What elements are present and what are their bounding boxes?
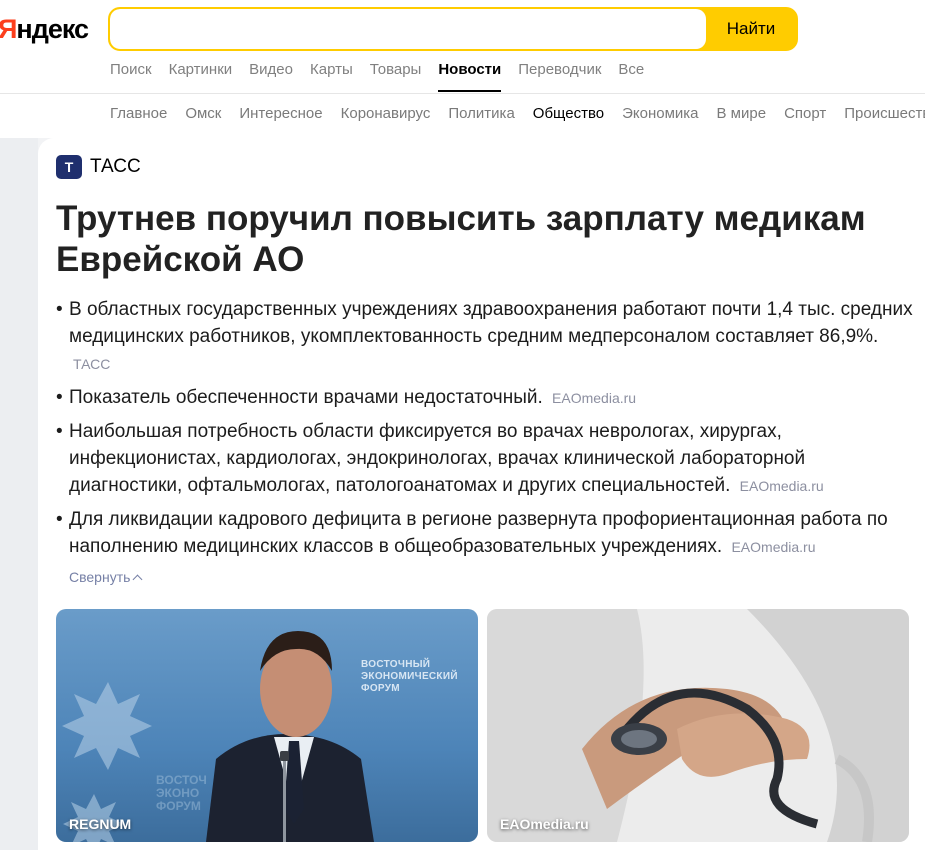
story-photo-regnum[interactable]: ВОСТОЧ ЭКОНО ФОРУМ ВОСТОЧНЫЙ ЭКОНОМИЧЕСК…: [56, 609, 478, 842]
rubric-tab[interactable]: Омск: [185, 104, 221, 124]
summary-item: Наибольшая потребность области фиксирует…: [56, 418, 916, 500]
tass-logo-icon: Т: [56, 155, 82, 179]
chevron-up-icon: [132, 574, 143, 584]
rubric-tab[interactable]: Экономика: [622, 104, 698, 124]
collapse-button[interactable]: Свернуть: [69, 569, 143, 585]
service-tab[interactable]: Новости: [438, 60, 501, 92]
search-form: Найти: [108, 7, 798, 51]
story-source[interactable]: Т ТАСС: [56, 155, 141, 179]
service-tab[interactable]: Поиск: [110, 60, 152, 80]
search-button[interactable]: Найти: [706, 9, 796, 49]
svg-text:ЭКОНО: ЭКОНО: [156, 786, 199, 800]
logo-rest: ндекс: [16, 14, 89, 44]
header-divider: [0, 93, 925, 94]
story-summary-list: В областных государственных учреждениях …: [56, 296, 916, 567]
service-tab[interactable]: Карты: [310, 60, 353, 80]
service-tab[interactable]: Картинки: [169, 60, 233, 80]
rubric-tab[interactable]: Главное: [110, 104, 167, 124]
service-tab[interactable]: Все: [618, 60, 644, 80]
photo-caption: REGNUM: [69, 816, 132, 832]
summary-text: В областных государственных учреждениях …: [69, 299, 913, 347]
summary-item: Показатель обеспеченности врачами недост…: [56, 384, 916, 412]
rubric-tab[interactable]: Интересное: [239, 104, 322, 124]
rubric-tab[interactable]: Спорт: [784, 104, 826, 124]
rubric-tab[interactable]: Политика: [448, 104, 514, 124]
summary-text: Наибольшая потребность области фиксирует…: [69, 421, 806, 496]
speaker-photo-illustration: ВОСТОЧ ЭКОНО ФОРУМ: [62, 631, 374, 842]
svg-text:ФОРУМ: ФОРУМ: [156, 799, 201, 813]
source-name: ТАСС: [90, 156, 141, 177]
summary-agency-link[interactable]: ТАСС: [73, 356, 110, 372]
photo-caption: EAOmedia.ru: [500, 816, 589, 832]
stethoscope-photo-illustration: [487, 609, 909, 842]
search-input[interactable]: [110, 9, 706, 49]
service-tab[interactable]: Видео: [249, 60, 293, 80]
collapse-label: Свернуть: [69, 569, 131, 585]
left-sidebar-strip: [0, 138, 38, 850]
rubric-tab[interactable]: Коронавирус: [341, 104, 431, 124]
summary-item: Для ликвидации кадрового дефицита в реги…: [56, 506, 916, 561]
summary-agency-link[interactable]: EAOmedia.ru: [740, 478, 824, 494]
yandex-logo[interactable]: Яндекс: [0, 14, 89, 44]
forum-backdrop-text: ВОСТОЧНЫЙ ЭКОНОМИЧЕСКИЙ ФОРУМ: [361, 659, 458, 694]
service-tabs: Поиск Картинки Видео Карты Товары Новости Пере…: [110, 60, 661, 92]
summary-agency-link[interactable]: EAOmedia.ru: [731, 539, 815, 555]
summary-item: В областных государственных учреждениях …: [56, 296, 916, 378]
rubric-nav: Главное Омск Интересное Коронавирус Политика…: [110, 104, 925, 124]
service-tab[interactable]: Переводчик: [518, 60, 601, 80]
svg-text:ВОСТОЧ: ВОСТОЧ: [156, 773, 207, 787]
summary-text: Показатель обеспеченности врачами недост…: [69, 387, 543, 408]
rubric-tab[interactable]: Происшествия: [844, 104, 925, 124]
rubric-tab[interactable]: В мире: [717, 104, 767, 124]
rubric-tab[interactable]: Общество: [533, 104, 604, 124]
service-tab[interactable]: Товары: [370, 60, 422, 80]
yandex-news-page: Яндекс Найти Поиск Картинки Видео Карты Това…: [0, 0, 925, 850]
story-photo-eaomedia[interactable]: EAOmedia.ru: [487, 609, 909, 842]
summary-agency-link[interactable]: EAOmedia.ru: [552, 390, 636, 406]
logo-first-letter: Я: [0, 14, 17, 44]
story-title[interactable]: Трутнев поручил повысить зарплату медика…: [56, 198, 916, 280]
